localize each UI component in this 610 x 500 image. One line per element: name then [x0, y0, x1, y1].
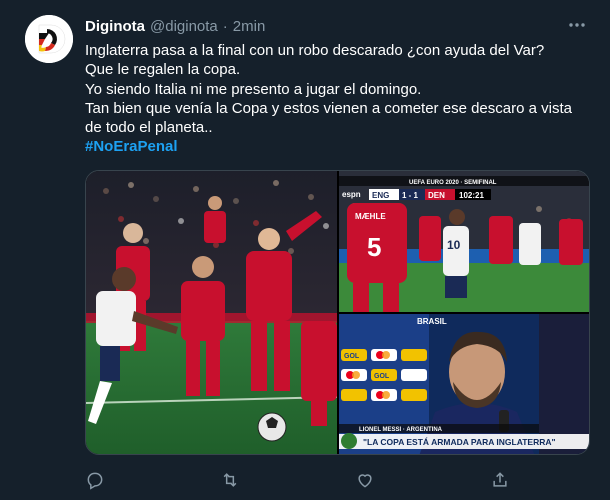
author-handle[interactable]: @diginota — [150, 18, 218, 35]
heart-icon — [358, 474, 372, 488]
sponsor-board: GOL GOL — [341, 349, 427, 401]
player-shirt-name: MÆHLE — [355, 212, 386, 221]
tweet-line: Que le regalen la copa. — [85, 61, 241, 79]
tweet-actions — [85, 470, 590, 490]
match-clock: 102:21 — [459, 191, 484, 200]
photo-messi-interview[interactable]: BRASIL GOL GOL LIONEL MESSI · ARGENTINA … — [339, 314, 589, 454]
like-button[interactable] — [355, 470, 375, 490]
tweet-card[interactable]: Diginota @diginota · 2min Inglaterra pas… — [0, 0, 610, 500]
tweet-line: de todo el planeta.. — [85, 119, 213, 137]
competition-label: UEFA EURO 2020 · SEMIFINAL — [409, 180, 497, 186]
svg-text:10: 10 — [447, 238, 461, 252]
retweet-icon — [223, 473, 237, 487]
share-icon — [493, 472, 507, 487]
svg-text:GOL: GOL — [374, 373, 390, 380]
separator-dot: · — [222, 17, 228, 35]
diginota-logo — [25, 15, 73, 63]
author-name[interactable]: Diginota — [85, 18, 145, 35]
tweet-header: Diginota @diginota · 2min — [85, 17, 265, 35]
svg-text:GOL: GOL — [344, 353, 360, 360]
tweet-text: Inglaterra pasa a la final con un robo d… — [85, 41, 585, 157]
venue-text: BRASIL — [417, 317, 447, 326]
reply-icon — [87, 472, 103, 490]
photo-penalty-moment[interactable] — [86, 171, 337, 454]
tweet-line: Tan bien que venía la Copa y estos viene… — [85, 99, 572, 117]
avatar[interactable] — [25, 15, 73, 63]
interviewee-name: LIONEL MESSI · ARGENTINA — [359, 427, 443, 433]
interview-caption: "LA COPA ESTÁ ARMADA PARA INGLATERRA" — [363, 437, 556, 447]
more-options-icon[interactable] — [566, 14, 588, 36]
media-grid: UEFA EURO 2020 · SEMIFINAL espn ENG 1 - … — [85, 170, 590, 455]
timestamp[interactable]: 2min — [233, 18, 266, 35]
photo-broadcast-replay[interactable]: UEFA EURO 2020 · SEMIFINAL espn ENG 1 - … — [339, 171, 589, 312]
tweet-line: Inglaterra pasa a la final con un robo d… — [85, 42, 545, 59]
retweet-button[interactable] — [220, 470, 240, 490]
away-team: DEN — [428, 191, 445, 200]
share-button[interactable] — [490, 470, 510, 490]
espn-logo: espn — [342, 190, 361, 199]
score: 1 - 1 — [402, 191, 419, 200]
football-icon — [257, 412, 287, 442]
player-shirt-number: 5 — [367, 232, 381, 262]
hashtag-link[interactable]: #NoEraPenal — [85, 137, 585, 156]
home-team: ENG — [372, 191, 389, 200]
reply-button[interactable] — [85, 470, 105, 490]
tweet-line: Yo siendo Italia ni me presento a jugar … — [85, 80, 422, 98]
